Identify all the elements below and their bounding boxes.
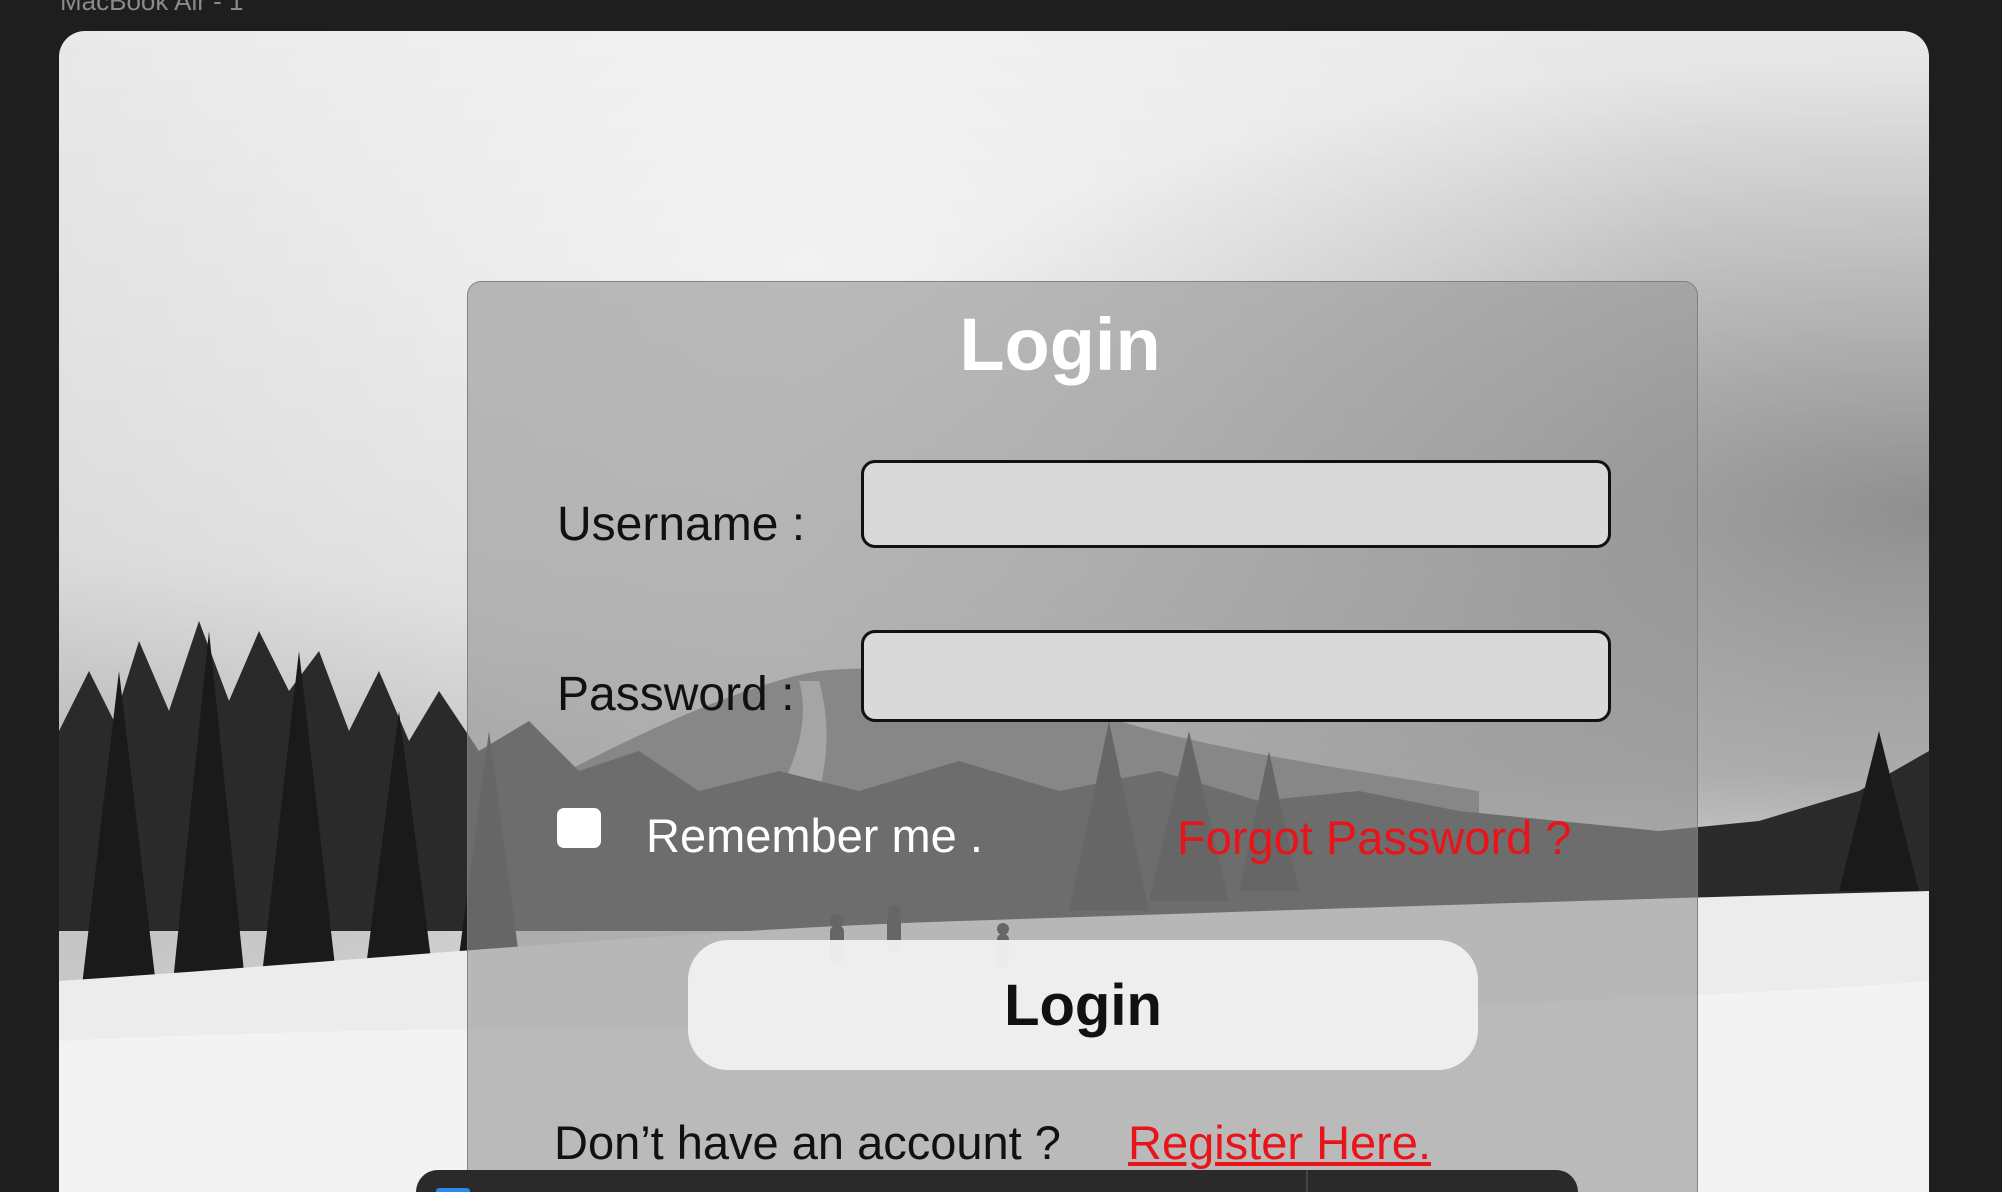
toolbar-divider	[1306, 1170, 1308, 1192]
username-input[interactable]	[861, 460, 1611, 548]
password-input[interactable]	[861, 630, 1611, 722]
frame-label[interactable]: MacBook Air - 1	[60, 0, 244, 17]
login-button[interactable]: Login	[688, 940, 1478, 1070]
design-canvas: MacBook Air - 1 Login Username: Passwor…	[0, 0, 2002, 1192]
register-link[interactable]: Register Here.	[1128, 1115, 1431, 1170]
password-label: Password :	[557, 668, 795, 721]
toolbar-indicator	[436, 1188, 470, 1192]
login-artboard: Login Username : Password : Remember me …	[59, 31, 1929, 1192]
remember-me-label[interactable]: Remember me .	[646, 808, 983, 863]
forgot-password-link[interactable]: Forgot Password ?	[1177, 810, 1571, 865]
login-card: Login Username : Password : Remember me …	[467, 281, 1698, 1192]
login-title: Login	[959, 303, 1161, 386]
username-label: Username :	[557, 498, 806, 551]
remember-me-checkbox[interactable]	[557, 808, 601, 848]
no-account-text: Don’t have an account ?	[554, 1116, 1061, 1169]
bottom-toolbar	[416, 1170, 1578, 1192]
